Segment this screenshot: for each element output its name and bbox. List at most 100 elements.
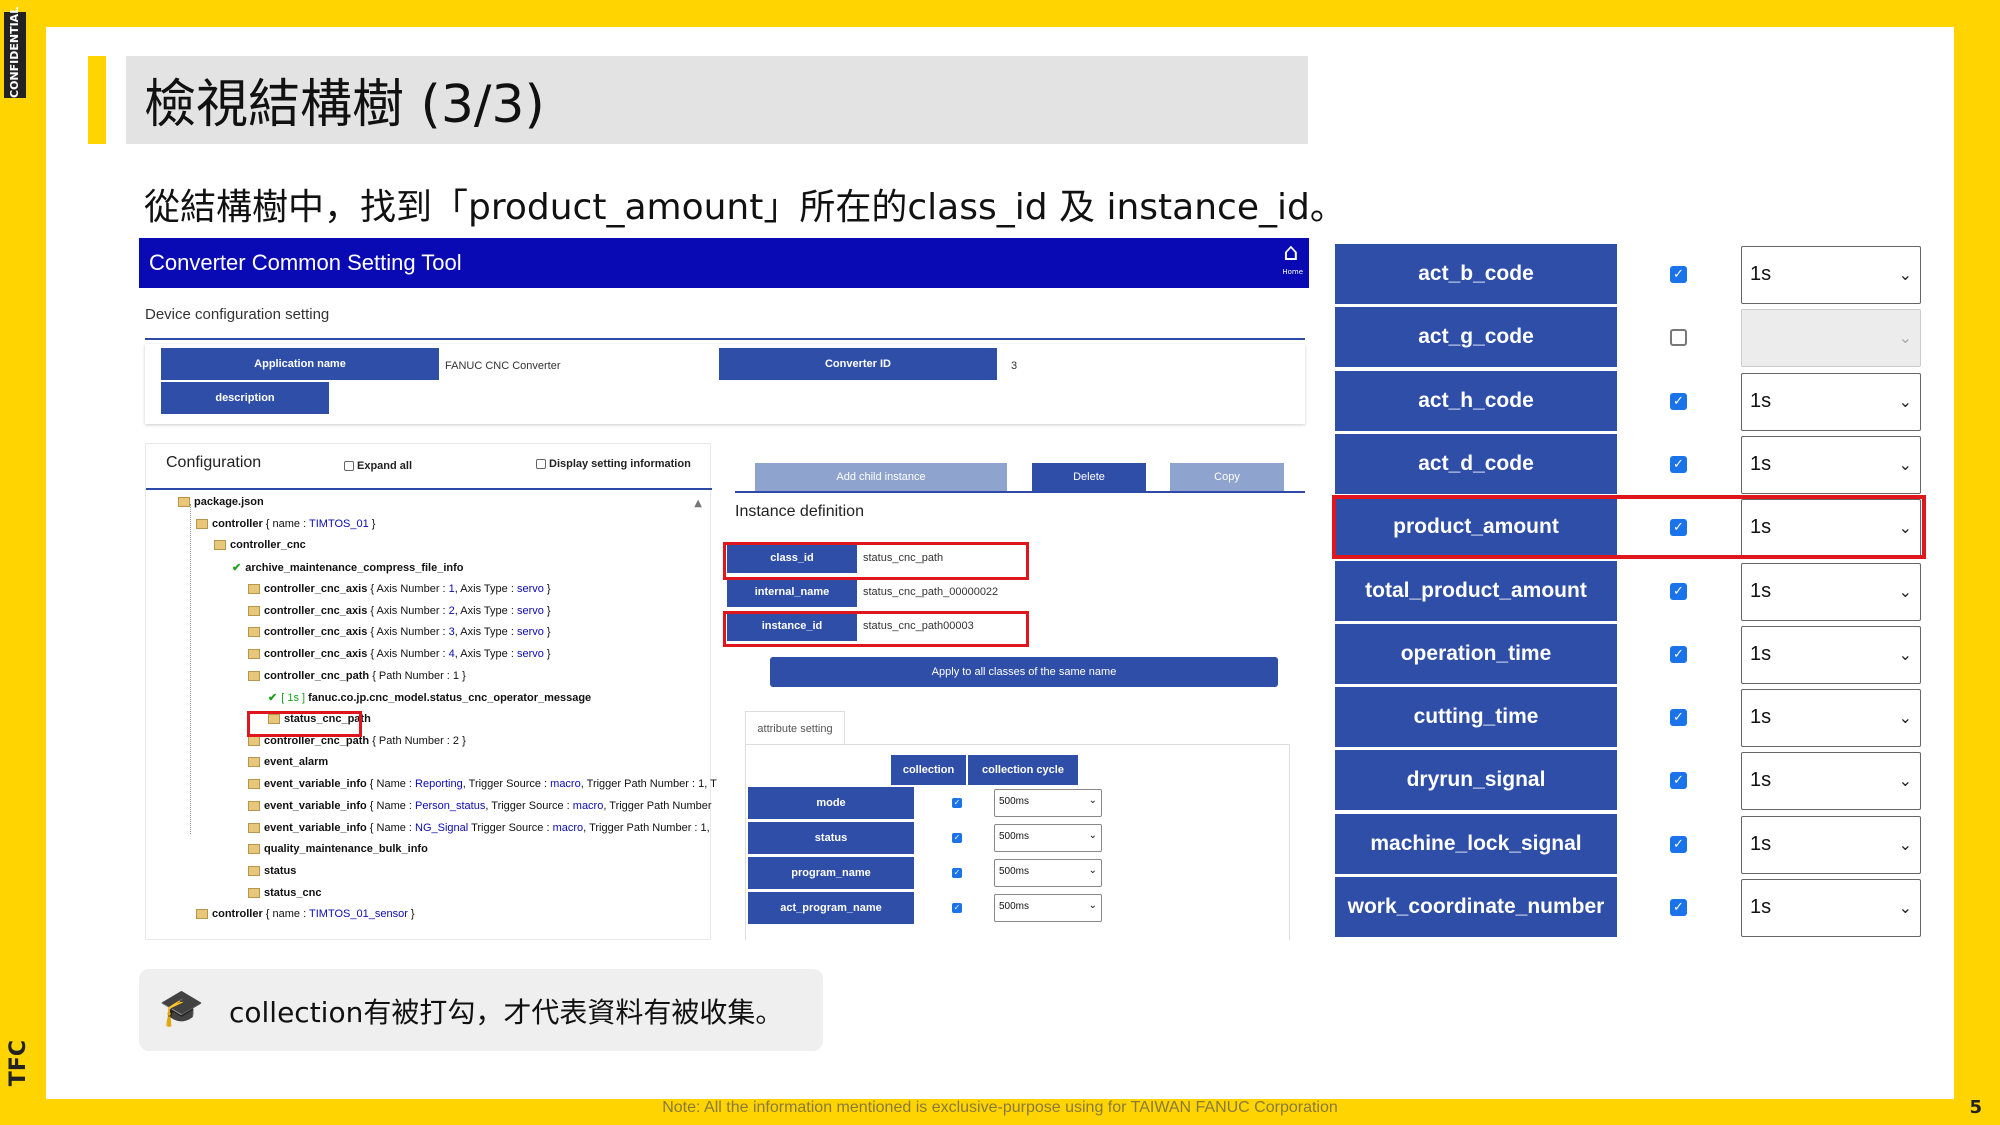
instance-internal-name-value[interactable]: status_cnc_path_00000022 xyxy=(863,586,998,598)
tree-node[interactable]: event_alarm xyxy=(248,756,328,768)
collection-cycle-select[interactable]: 1s ⌄ xyxy=(1741,879,1921,937)
tree-node-detail: macro xyxy=(572,799,604,812)
tree-node[interactable]: event_variable_info { Name : Person_stat… xyxy=(248,800,712,812)
app-header: Converter Common Setting Tool ⌂ Home xyxy=(139,238,1309,288)
collection-cycle-select[interactable]: 1s ⌄ xyxy=(1741,435,1921,494)
collection-cycle-select[interactable]: 1s ⌄ xyxy=(1741,625,1921,684)
tree-node[interactable]: controller_cnc_axis { Axis Number : 4, A… xyxy=(248,648,551,660)
configuration-title: Configuration xyxy=(166,454,262,471)
tree-node-name: event_variable_info xyxy=(264,778,367,791)
select-value: 1s xyxy=(1750,769,1772,792)
check-icon: ✔ xyxy=(268,692,278,705)
collection-checkbox[interactable]: ✓ xyxy=(1670,266,1687,283)
collection-header: collection xyxy=(891,755,966,785)
collection-cycle-select[interactable]: 500ms ⌄ xyxy=(994,894,1102,922)
collection-cycle-select[interactable]: 1s ⌄ xyxy=(1741,562,1921,621)
tree-node[interactable]: ✔ archive_maintenance_compress_file_info xyxy=(232,561,463,574)
select-value: 500ms xyxy=(999,796,1030,807)
collection-cycle-select[interactable]: 500ms ⌄ xyxy=(994,789,1102,817)
tree-node-detail: } xyxy=(407,908,415,921)
chevron-down-icon: ⌄ xyxy=(1898,644,1912,664)
folder-icon xyxy=(196,909,208,920)
converter-id-value[interactable]: 3 xyxy=(1011,360,1017,372)
tree-node-detail: { Path Number : 2 } xyxy=(369,734,466,747)
collection-checkbox[interactable]: ✓ xyxy=(1670,835,1687,853)
instance-definition-title: Instance definition xyxy=(735,503,864,520)
expand-all-checkbox[interactable]: Expand all xyxy=(344,460,412,472)
collection-checkbox[interactable]: ✓ xyxy=(1670,772,1687,790)
collection-cycle-select[interactable]: 1s ⌄ xyxy=(1741,246,1921,304)
tree-node[interactable]: status_cnc xyxy=(248,887,321,899)
tree-node-name: status_cnc xyxy=(264,886,322,899)
tab-attribute-setting[interactable]: attribute setting xyxy=(745,711,845,745)
apply-to-all-button[interactable]: Apply to all classes of the same name xyxy=(770,657,1278,687)
title-accent xyxy=(88,56,106,144)
chevron-down-icon: ⌄ xyxy=(1898,834,1912,854)
tree-node[interactable]: event_variable_info { Name : NG_Signal T… xyxy=(248,822,710,834)
chevron-down-icon: ⌄ xyxy=(1898,581,1912,601)
chevron-down-icon: ⌄ xyxy=(1898,898,1912,917)
attribute-label-act-h-code: act_h_code xyxy=(1335,370,1617,431)
collection-cycle-select[interactable]: 1s ⌄ xyxy=(1741,372,1921,431)
select-value: 1s xyxy=(1750,896,1772,918)
collection-checkbox[interactable]: ✓ xyxy=(952,868,962,878)
collection-checkbox[interactable]: ✓ xyxy=(952,798,962,808)
tree-node[interactable]: quality_maintenance_bulk_info xyxy=(248,843,428,855)
collection-checkbox[interactable]: ✓ xyxy=(1670,455,1687,473)
collection-cycle-select[interactable]: 1s ⌄ xyxy=(1741,752,1921,811)
tree-node[interactable]: controller { name : TIMTOS_01 } xyxy=(196,518,375,530)
collection-checkbox[interactable]: ✓ xyxy=(1670,709,1687,727)
collection-cycle-select[interactable]: 500ms ⌄ xyxy=(994,859,1102,887)
tree-node[interactable]: event_variable_info { Name : Reporting, … xyxy=(248,778,717,790)
tree-node-name: controller_cnc_axis xyxy=(264,604,368,617)
application-info-box: Application name FANUC CNC Converter Con… xyxy=(145,344,1305,424)
checkbox-icon xyxy=(536,459,546,470)
tree-node-detail: { name : xyxy=(262,908,310,921)
tree-node-detail: , Trigger Path Number : 1, xyxy=(583,821,710,834)
copy-button[interactable]: Copy xyxy=(1170,463,1284,491)
tree-node[interactable]: controller_cnc xyxy=(214,539,306,551)
highlight-instance-id xyxy=(723,611,1029,647)
tree-node[interactable]: controller_cnc_axis { Axis Number : 3, A… xyxy=(248,626,551,638)
tree-node[interactable]: ✔[ 1s ] fanuc.co.jp.cnc_model.status_cnc… xyxy=(268,691,591,704)
collection-cycle-select[interactable]: 500ms ⌄ xyxy=(994,824,1102,852)
tree-node-detail: { Axis Number : xyxy=(367,626,449,639)
chevron-down-icon: ⌄ xyxy=(1898,708,1912,728)
collection-checkbox[interactable] xyxy=(1670,329,1687,347)
tree-node[interactable]: controller { name : TIMTOS_01_sensor } xyxy=(196,908,415,920)
tree-node-detail: servo xyxy=(516,604,544,617)
scroll-up-icon[interactable]: ▲ xyxy=(694,498,702,509)
folder-icon xyxy=(248,887,260,898)
collection-checkbox[interactable]: ✓ xyxy=(952,903,962,913)
collection-checkbox[interactable]: ✓ xyxy=(1670,645,1687,663)
collection-checkbox[interactable]: ✓ xyxy=(1670,899,1687,916)
instance-definition-panel: Instance definition class_id status_cnc_p… xyxy=(723,491,1309,940)
tree-node-detail: TIMTOS_01 xyxy=(309,517,369,530)
tree-node-detail: } xyxy=(368,517,376,530)
tree-node[interactable]: status xyxy=(248,865,296,877)
tree-node-detail: } xyxy=(543,647,551,660)
tree-node[interactable]: controller_cnc_axis { Axis Number : 1, A… xyxy=(248,583,551,595)
attribute-name: program_name xyxy=(748,857,914,889)
collection-cycle-select[interactable]: 1s ⌄ xyxy=(1741,689,1921,748)
tree-node-detail: , Axis Type : xyxy=(454,582,517,595)
collection-checkbox[interactable]: ✓ xyxy=(1670,582,1687,600)
delete-button[interactable]: Delete xyxy=(1032,463,1146,491)
confidential-tag: CONFIDENTIAL xyxy=(4,7,26,98)
folder-icon xyxy=(248,605,260,616)
tree-node[interactable]: controller_cnc_path { Path Number : 1 } xyxy=(248,670,466,682)
application-name-value[interactable]: FANUC CNC Converter xyxy=(445,360,561,372)
collection-checkbox[interactable]: ✓ xyxy=(1670,392,1687,410)
note-text: collection有被打勾，才代表資料有被收集。 xyxy=(229,996,784,1029)
collection-checkbox[interactable]: ✓ xyxy=(952,833,962,843)
add-child-instance-button[interactable]: Add child instance xyxy=(755,463,1007,491)
tree-node-detail: { Axis Number : xyxy=(367,647,449,660)
display-setting-checkbox[interactable]: Display setting information xyxy=(536,458,691,470)
app-title: Converter Common Setting Tool xyxy=(149,250,462,275)
collection-cycle-select[interactable]: ⌄ xyxy=(1741,309,1921,368)
folder-icon xyxy=(248,822,260,833)
collection-cycle-select[interactable]: 1s ⌄ xyxy=(1741,815,1921,874)
tree-node-detail: { Name : xyxy=(366,778,416,791)
highlight-product-amount xyxy=(1332,495,1926,559)
tree-node[interactable]: controller_cnc_axis { Axis Number : 2, A… xyxy=(248,605,551,617)
